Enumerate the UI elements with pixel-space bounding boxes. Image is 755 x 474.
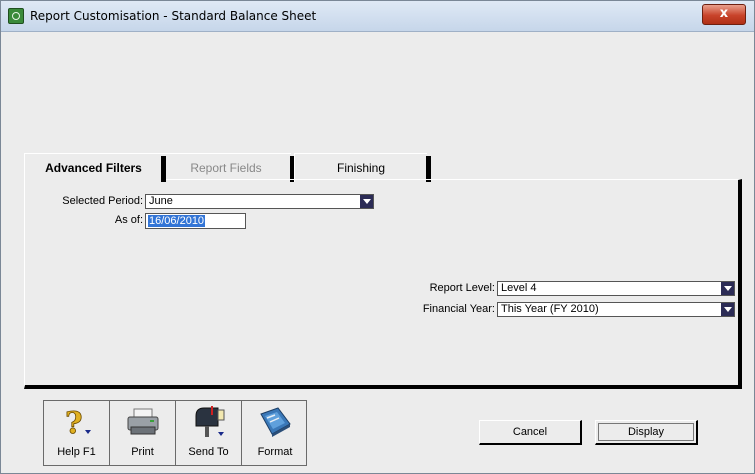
default-focus-ring — [598, 423, 694, 441]
format-icon — [260, 407, 291, 437]
printer-icon — [127, 408, 159, 435]
print-button-label: Print — [131, 446, 154, 458]
financial-year-select[interactable]: This Year (FY 2010) — [497, 302, 735, 317]
financial-year-value: This Year (FY 2010) — [501, 303, 599, 315]
window-title: Report Customisation - Standard Balance … — [30, 9, 317, 23]
cancel-button-label: Cancel — [512, 426, 548, 438]
tab-advanced-filters[interactable]: Advanced Filters — [24, 153, 166, 182]
selected-period-value: June — [149, 195, 173, 207]
as-of-label: As of: — [114, 214, 143, 226]
selected-period-label: Selected Period: — [62, 195, 143, 207]
help-button[interactable]: ? Help F1 — [44, 401, 110, 465]
report-level-select[interactable]: Level 4 — [497, 281, 735, 296]
selected-period-select[interactable]: June — [145, 194, 374, 209]
tab-report-fields[interactable]: Report Fields — [160, 153, 295, 182]
close-button[interactable]: x — [702, 4, 746, 25]
report-level-label: Report Level: — [429, 282, 495, 294]
app-icon — [8, 8, 24, 24]
cancel-button[interactable]: Cancel — [479, 420, 582, 445]
advanced-filters-panel: Selected Period: June As of: 16/06/2010 … — [24, 179, 742, 389]
mailbox-icon — [195, 406, 225, 437]
send-to-button[interactable]: Send To — [176, 401, 242, 465]
display-button[interactable]: Display — [595, 420, 698, 445]
financial-year-label: Financial Year: — [422, 303, 495, 315]
report-level-value: Level 4 — [501, 282, 537, 294]
chevron-down-icon[interactable] — [721, 303, 734, 316]
tab-finishing[interactable]: Finishing — [294, 153, 431, 182]
send-to-button-label: Send To — [188, 446, 229, 458]
as-of-date-field[interactable]: 16/06/2010 — [145, 213, 246, 229]
chevron-down-icon[interactable] — [360, 195, 373, 208]
title-bar[interactable]: Report Customisation - Standard Balance … — [1, 1, 754, 32]
print-button[interactable]: Print — [110, 401, 176, 465]
help-icon: ? — [65, 406, 91, 438]
chevron-down-icon[interactable] — [721, 282, 734, 295]
as-of-date-value: 16/06/2010 — [148, 215, 206, 227]
report-toolbar: ? Help F1 Print Send To Format — [43, 400, 307, 466]
report-customisation-window: Report Customisation - Standard Balance … — [0, 0, 755, 474]
format-button-label: Format — [257, 446, 293, 458]
format-button[interactable]: Format — [242, 401, 308, 465]
svg-text:?: ? — [65, 406, 83, 438]
help-button-label: Help F1 — [57, 446, 96, 458]
